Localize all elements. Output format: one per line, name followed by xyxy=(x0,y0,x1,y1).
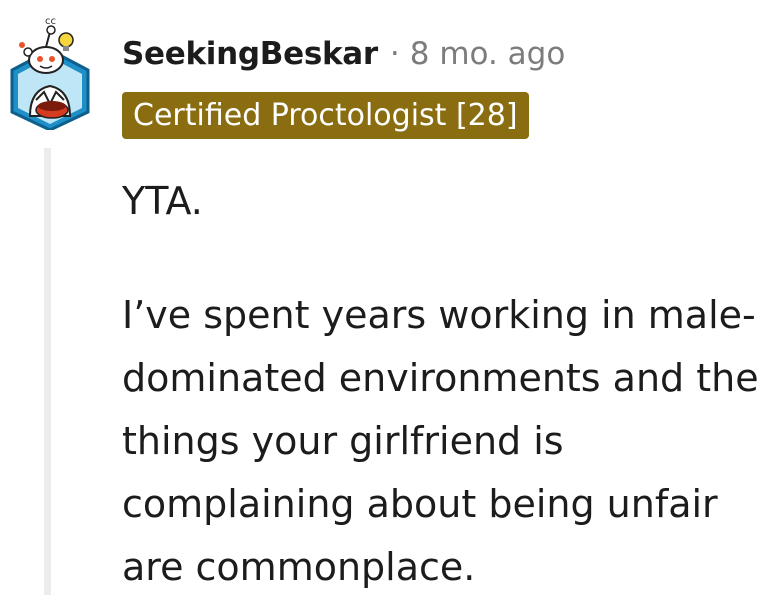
comment-paragraph: YTA. xyxy=(122,179,203,223)
user-flair-badge: Certified Proctologist [28] xyxy=(122,92,529,139)
comment-timestamp[interactable]: 8 mo. ago xyxy=(410,36,566,72)
comment-paragraph: I’ve spent years working in male-dominat… xyxy=(122,293,759,589)
comment-body: YTA. I’ve spent years working in male-do… xyxy=(122,170,762,599)
separator-dot: · xyxy=(389,36,400,72)
author-username[interactable]: SeekingBeskar xyxy=(122,36,378,72)
snoo-avatar-icon[interactable]: cc xyxy=(6,12,94,132)
svg-text:cc: cc xyxy=(45,16,56,27)
comment-header: SeekingBeskar · 8 mo. ago xyxy=(122,32,565,76)
thread-line[interactable] xyxy=(44,148,51,595)
